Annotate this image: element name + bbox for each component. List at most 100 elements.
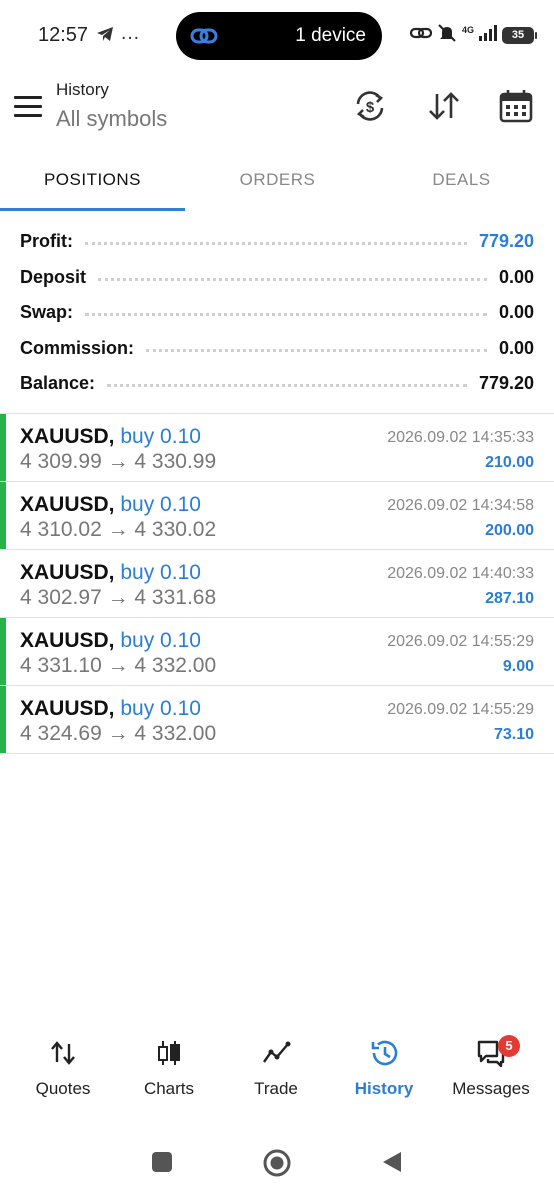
position-row[interactable]: XAUUSD, buy 0.10 4 331.10 → 4 332.00 202… bbox=[0, 618, 554, 686]
position-profit: 200.00 bbox=[485, 522, 534, 539]
tab-orders[interactable]: ORDERS bbox=[185, 150, 370, 212]
home-button[interactable] bbox=[262, 1148, 292, 1183]
menu-icon[interactable] bbox=[14, 96, 42, 118]
nav-label: Quotes bbox=[35, 1079, 91, 1098]
summary-row-commission: Commission: 0.00 bbox=[20, 331, 534, 367]
position-symbol: XAUUSD, buy 0.10 bbox=[20, 629, 201, 653]
position-marker bbox=[0, 618, 6, 685]
recents-button[interactable] bbox=[150, 1150, 174, 1179]
position-row[interactable]: XAUUSD, buy 0.10 4 302.97 → 4 331.68 202… bbox=[0, 550, 554, 618]
telegram-icon bbox=[96, 26, 114, 47]
dotted-leader bbox=[85, 313, 487, 317]
app-header: History All symbols $ bbox=[0, 72, 554, 142]
connected-device-pill[interactable]: 1 device bbox=[176, 12, 382, 60]
nav-history[interactable]: History bbox=[329, 1030, 439, 1110]
position-profit: 9.00 bbox=[502, 658, 534, 675]
dotted-leader bbox=[146, 348, 487, 352]
position-symbol: XAUUSD, buy 0.10 bbox=[20, 425, 201, 449]
symbol-name: XAUUSD, bbox=[20, 629, 115, 652]
nav-label: Messages bbox=[452, 1079, 530, 1098]
summary-row-balance: Balance: 779.20 bbox=[20, 366, 534, 402]
summary-label: Swap: bbox=[20, 302, 86, 324]
charts-icon bbox=[154, 1038, 184, 1068]
dotted-leader bbox=[98, 277, 487, 281]
nav-label: Trade bbox=[254, 1079, 298, 1098]
tab-deals[interactable]: DEALS bbox=[369, 150, 554, 212]
status-icons: 4G 35 bbox=[409, 23, 537, 48]
position-row[interactable]: XAUUSD, buy 0.10 4 310.02 → 4 330.02 202… bbox=[0, 482, 554, 550]
position-prices: 4 309.99 → 4 330.99 bbox=[20, 450, 217, 473]
symbol-name: XAUUSD, bbox=[20, 425, 115, 448]
position-marker bbox=[0, 686, 6, 753]
position-prices: 4 310.02 → 4 330.02 bbox=[20, 518, 217, 541]
dotted-leader bbox=[85, 242, 467, 246]
position-row[interactable]: XAUUSD, buy 0.10 4 309.99 → 4 330.99 202… bbox=[0, 414, 554, 482]
position-date: 2026.09.02 14:55:29 bbox=[387, 701, 534, 718]
unread-badge: 5 bbox=[498, 1035, 520, 1057]
link-icon bbox=[190, 24, 218, 53]
history-tabs: POSITIONS ORDERS DEALS bbox=[0, 150, 554, 212]
summary-label: Profit: bbox=[20, 231, 85, 253]
summary-row-deposit: Deposit 0.00 bbox=[20, 260, 534, 296]
positions-list: XAUUSD, buy 0.10 4 309.99 → 4 330.99 202… bbox=[0, 413, 554, 754]
summary-row-profit: Profit: 779.20 bbox=[20, 224, 534, 260]
system-navigation-bar bbox=[0, 1140, 554, 1190]
summary-value: 0.00 bbox=[498, 337, 534, 358]
position-marker bbox=[0, 414, 6, 481]
nav-label: Charts bbox=[143, 1079, 195, 1098]
position-side: buy 0.10 bbox=[120, 697, 201, 720]
active-tab-indicator bbox=[0, 208, 185, 211]
position-profit: 287.10 bbox=[485, 590, 534, 607]
tab-positions[interactable]: POSITIONS bbox=[0, 150, 185, 212]
sort-icon[interactable] bbox=[426, 88, 462, 124]
nav-trade[interactable]: Trade bbox=[221, 1030, 331, 1110]
page-title: History bbox=[56, 80, 109, 99]
position-date: 2026.09.02 14:55:29 bbox=[387, 633, 534, 650]
pill-label: 1 device bbox=[295, 25, 366, 46]
position-side: buy 0.10 bbox=[120, 629, 201, 652]
symbol-name: XAUUSD, bbox=[20, 697, 115, 720]
summary-value: 779.20 bbox=[478, 231, 534, 252]
position-row[interactable]: XAUUSD, buy 0.10 4 324.69 → 4 332.00 202… bbox=[0, 686, 554, 754]
position-prices: 4 324.69 → 4 332.00 bbox=[20, 722, 217, 745]
calendar-icon[interactable] bbox=[498, 88, 534, 124]
summary-panel: Profit: 779.20 Deposit 0.00 Swap: 0.00 C… bbox=[20, 224, 534, 402]
nav-messages[interactable]: 5 Messages bbox=[436, 1030, 546, 1110]
quotes-icon bbox=[48, 1038, 78, 1068]
signal-icon bbox=[479, 25, 497, 46]
summary-label: Commission: bbox=[20, 337, 147, 359]
history-icon bbox=[369, 1038, 399, 1068]
summary-value: 0.00 bbox=[498, 266, 534, 287]
position-symbol: XAUUSD, buy 0.10 bbox=[20, 493, 201, 517]
nav-quotes[interactable]: Quotes bbox=[8, 1030, 118, 1110]
position-side: buy 0.10 bbox=[120, 561, 201, 584]
symbol-name: XAUUSD, bbox=[20, 561, 115, 584]
position-prices: 4 302.97 → 4 331.68 bbox=[20, 586, 217, 609]
position-marker bbox=[0, 482, 6, 549]
summary-value: 0.00 bbox=[498, 302, 534, 323]
position-date: 2026.09.02 14:40:33 bbox=[387, 565, 534, 582]
sync-currency-icon[interactable]: $ bbox=[352, 88, 388, 124]
position-symbol: XAUUSD, buy 0.10 bbox=[20, 697, 201, 721]
symbol-name: XAUUSD, bbox=[20, 493, 115, 516]
symbol-filter[interactable]: All symbols bbox=[56, 106, 167, 132]
trade-icon bbox=[261, 1038, 291, 1068]
position-profit: 210.00 bbox=[485, 454, 534, 471]
battery-icon: 35 bbox=[502, 27, 537, 44]
summary-row-swap: Swap: 0.00 bbox=[20, 295, 534, 331]
nav-label: History bbox=[354, 1079, 414, 1098]
position-side: buy 0.10 bbox=[120, 425, 201, 448]
position-date: 2026.09.02 14:35:33 bbox=[387, 429, 534, 446]
svg-text:$: $ bbox=[366, 99, 375, 116]
bottom-navigation: Quotes Charts Trade History 5 Messages bbox=[0, 1030, 554, 1110]
position-prices: 4 331.10 → 4 332.00 bbox=[20, 654, 217, 677]
summary-value: 779.20 bbox=[478, 373, 534, 394]
position-side: buy 0.10 bbox=[120, 493, 201, 516]
summary-label: Deposit bbox=[20, 266, 99, 288]
position-date: 2026.09.02 14:34:58 bbox=[387, 497, 534, 514]
muted-bell-icon bbox=[437, 23, 457, 48]
nav-charts[interactable]: Charts bbox=[114, 1030, 224, 1110]
position-profit: 73.10 bbox=[493, 726, 534, 743]
more-notifications-icon: … bbox=[120, 22, 141, 44]
back-button[interactable] bbox=[380, 1150, 404, 1179]
